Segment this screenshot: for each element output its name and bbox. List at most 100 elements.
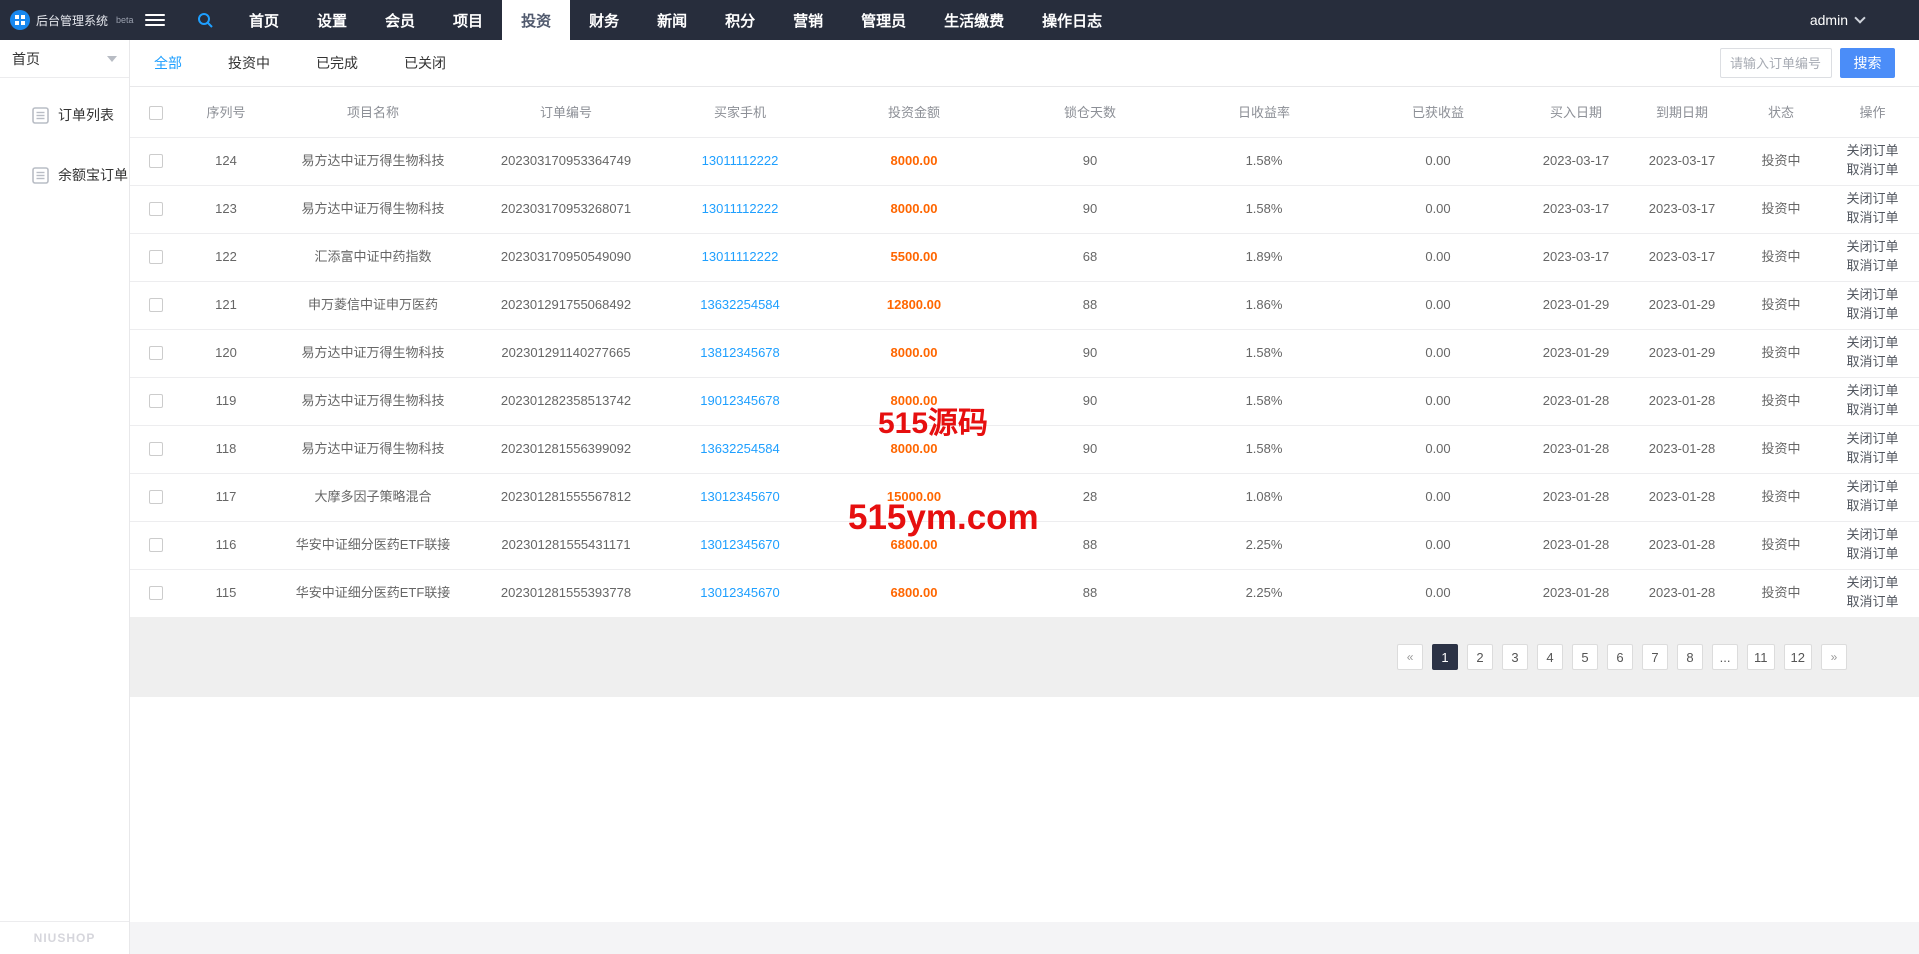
- cell-daily-rate: 1.58%: [1176, 376, 1352, 425]
- status-badge: 投资中: [1736, 568, 1826, 617]
- cell-order-no: 202303170953268071: [476, 184, 656, 233]
- row-checkbox[interactable]: [149, 586, 163, 601]
- status-tab[interactable]: 全部: [154, 53, 182, 73]
- buyer-phone-link[interactable]: 13011112222: [702, 249, 779, 264]
- nav-item[interactable]: 项目: [434, 0, 502, 40]
- cell-amount: 8000.00: [890, 152, 938, 168]
- page-button[interactable]: 11: [1747, 644, 1775, 670]
- cancel-order-link[interactable]: 取消订单: [1828, 449, 1917, 468]
- brand[interactable]: 后台管理系统 beta: [0, 0, 134, 40]
- nav-item[interactable]: 生活缴费: [925, 0, 1023, 40]
- cancel-order-link[interactable]: 取消订单: [1828, 305, 1917, 324]
- page-button[interactable]: 12: [1783, 644, 1812, 670]
- page-button[interactable]: 8: [1677, 644, 1704, 670]
- page-button[interactable]: 7: [1642, 644, 1669, 670]
- cancel-order-link[interactable]: 取消订单: [1828, 545, 1917, 564]
- status-tab[interactable]: 已关闭: [404, 53, 446, 73]
- page-button[interactable]: »: [1821, 644, 1847, 670]
- page-button[interactable]: 2: [1467, 644, 1494, 670]
- cancel-order-link[interactable]: 取消订单: [1828, 161, 1917, 180]
- search-button[interactable]: 搜索: [1840, 48, 1895, 78]
- status-badge: 投资中: [1736, 472, 1826, 521]
- cell-order-no: 202301281555567812: [476, 472, 656, 521]
- row-checkbox[interactable]: [149, 490, 163, 505]
- user-dropdown[interactable]: admin: [1810, 0, 1919, 40]
- select-all-checkbox[interactable]: [149, 105, 163, 120]
- nav-item[interactable]: 营销: [774, 0, 842, 40]
- buyer-phone-link[interactable]: 13812345678: [700, 345, 780, 360]
- nav-item[interactable]: 管理员: [842, 0, 925, 40]
- list-icon: [32, 106, 49, 124]
- close-order-link[interactable]: 关闭订单: [1828, 430, 1917, 449]
- status-tab[interactable]: 投资中: [228, 53, 270, 73]
- close-order-link[interactable]: 关闭订单: [1828, 526, 1917, 545]
- close-order-link[interactable]: 关闭订单: [1828, 478, 1917, 497]
- buyer-phone-link[interactable]: 13632254584: [700, 441, 780, 456]
- nav-item[interactable]: 首页: [230, 0, 298, 40]
- page-button[interactable]: 1: [1432, 644, 1459, 670]
- buyer-phone-link[interactable]: 19012345678: [700, 393, 780, 408]
- cancel-order-link[interactable]: 取消订单: [1828, 401, 1917, 420]
- cell-serial: 122: [182, 232, 270, 281]
- cell-lock-days: 88: [1004, 280, 1176, 329]
- page-button[interactable]: 5: [1572, 644, 1599, 670]
- close-order-link[interactable]: 关闭订单: [1828, 334, 1917, 353]
- buyer-phone-link[interactable]: 13012345670: [700, 489, 780, 504]
- buyer-phone-link[interactable]: 13012345670: [700, 537, 780, 552]
- cancel-order-link[interactable]: 取消订单: [1828, 497, 1917, 516]
- nav-item[interactable]: 新闻: [638, 0, 706, 40]
- nav-item[interactable]: 设置: [298, 0, 366, 40]
- row-checkbox[interactable]: [149, 442, 163, 457]
- cell-daily-rate: 1.58%: [1176, 136, 1352, 185]
- table-header-row: 序列号 项目名称 订单编号 买家手机 投资金额 锁仓天数 日收益率 已获收益 买…: [130, 87, 1919, 137]
- page-button[interactable]: 6: [1607, 644, 1634, 670]
- cell-buy-date: 2023-01-28: [1524, 376, 1628, 425]
- row-checkbox[interactable]: [149, 202, 163, 217]
- cell-daily-rate: 2.25%: [1176, 568, 1352, 617]
- page-button[interactable]: ...: [1712, 644, 1739, 670]
- sidebar-item[interactable]: 余额宝订单: [0, 152, 129, 198]
- status-tab[interactable]: 已完成: [316, 53, 358, 73]
- nav-item[interactable]: 投资: [502, 0, 571, 40]
- close-order-link[interactable]: 关闭订单: [1828, 574, 1917, 593]
- close-order-link[interactable]: 关闭订单: [1828, 142, 1917, 161]
- top-navbar: 后台管理系统 beta 首页 设置 会员 项目 投资 财务 新闻 积分 营销 管理员 生活缴费 操作日…: [0, 0, 1919, 40]
- search-icon[interactable]: [180, 0, 230, 40]
- row-checkbox[interactable]: [149, 346, 163, 361]
- nav-item[interactable]: 会员: [366, 0, 434, 40]
- nav-item[interactable]: 操作日志: [1023, 0, 1121, 40]
- row-checkbox[interactable]: [149, 154, 163, 169]
- cancel-order-link[interactable]: 取消订单: [1828, 593, 1917, 612]
- page-button[interactable]: 3: [1502, 644, 1529, 670]
- cancel-order-link[interactable]: 取消订单: [1828, 257, 1917, 276]
- sidebar-item[interactable]: 订单列表: [0, 92, 129, 138]
- buyer-phone-link[interactable]: 13632254584: [700, 297, 780, 312]
- menu-hamburger-icon[interactable]: [130, 0, 180, 40]
- buyer-phone-link[interactable]: 13011112222: [702, 201, 779, 216]
- buyer-phone-link[interactable]: 13012345670: [700, 585, 780, 600]
- cancel-order-link[interactable]: 取消订单: [1828, 209, 1917, 228]
- close-order-link[interactable]: 关闭订单: [1828, 238, 1917, 257]
- row-checkbox[interactable]: [149, 538, 163, 553]
- row-checkbox[interactable]: [149, 250, 163, 265]
- row-checkbox[interactable]: [149, 394, 163, 409]
- page-button[interactable]: «: [1397, 644, 1424, 670]
- sidebar-group-label: 首页: [12, 50, 40, 67]
- cell-end-date: 2023-01-29: [1628, 280, 1736, 329]
- order-search-input[interactable]: [1720, 48, 1832, 78]
- nav-item[interactable]: 积分: [706, 0, 774, 40]
- cell-earned: 0.00: [1352, 376, 1524, 425]
- close-order-link[interactable]: 关闭订单: [1828, 382, 1917, 401]
- cell-lock-days: 90: [1004, 136, 1176, 185]
- cell-earned: 0.00: [1352, 136, 1524, 185]
- nav-item[interactable]: 财务: [570, 0, 638, 40]
- row-checkbox[interactable]: [149, 298, 163, 313]
- sidebar-group-home[interactable]: 首页: [0, 40, 129, 78]
- cell-project-name: 汇添富中证中药指数: [270, 232, 476, 281]
- cancel-order-link[interactable]: 取消订单: [1828, 353, 1917, 372]
- col-header: 订单编号: [539, 105, 592, 121]
- close-order-link[interactable]: 关闭订单: [1828, 190, 1917, 209]
- close-order-link[interactable]: 关闭订单: [1828, 286, 1917, 305]
- page-button[interactable]: 4: [1537, 644, 1564, 670]
- buyer-phone-link[interactable]: 13011112222: [702, 153, 779, 168]
